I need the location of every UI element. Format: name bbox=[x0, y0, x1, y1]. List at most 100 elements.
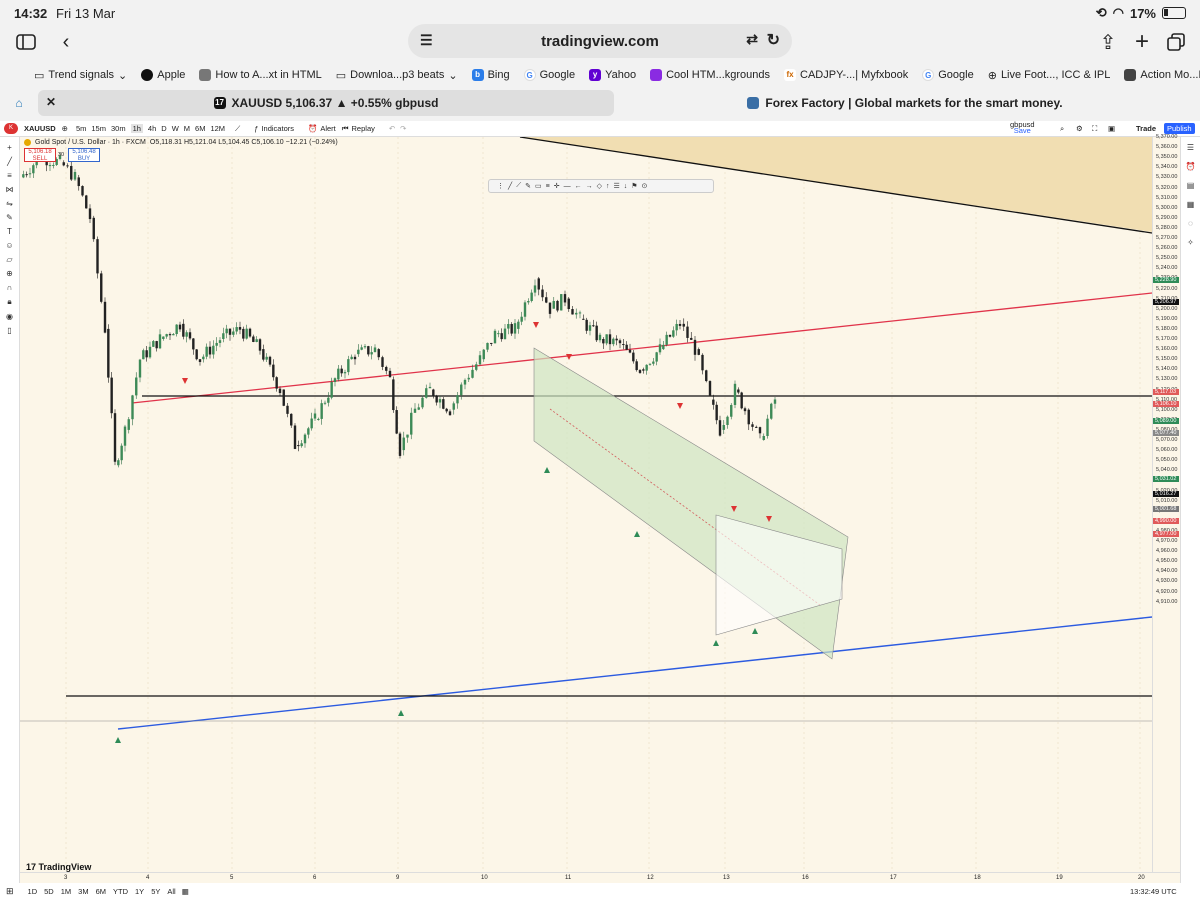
fullscreen-icon[interactable]: ⛶ bbox=[1092, 124, 1097, 134]
tab-active[interactable]: ✕ 17 XAUUSD 5,106.37 ▲ +0.55% gbpusd bbox=[38, 90, 614, 116]
tab-forex-factory[interactable]: Forex Factory | Global markets for the s… bbox=[616, 90, 1194, 116]
new-tab-icon[interactable]: + bbox=[1124, 26, 1160, 58]
bookmark-naijaprey[interactable]: Action Mo...NaijaPrey bbox=[1124, 69, 1200, 81]
interval-12m[interactable]: 12M bbox=[210, 124, 225, 133]
range-ytd[interactable]: YTD bbox=[113, 887, 128, 896]
interval-6m[interactable]: 6M bbox=[195, 124, 205, 133]
diamond-tool-icon[interactable]: ◇ bbox=[597, 182, 602, 190]
range-1m[interactable]: 1M bbox=[61, 887, 71, 896]
undo-icon[interactable]: ↶ bbox=[389, 124, 395, 133]
redo-icon[interactable]: ↷ bbox=[400, 124, 406, 133]
interval-d[interactable]: D bbox=[161, 124, 166, 133]
line-tool-icon[interactable]: ╱ bbox=[508, 182, 512, 190]
zoom-icon[interactable]: ⊕ bbox=[6, 269, 13, 278]
reader-icon[interactable]: ☰ bbox=[420, 32, 433, 49]
close-tab-icon[interactable]: ✕ bbox=[46, 95, 56, 109]
pen-tool-icon[interactable]: ✎ bbox=[525, 182, 531, 190]
bookmark-live-football[interactable]: ⊕ Live Foot..., ICC & IPL bbox=[988, 69, 1111, 82]
ruler-icon[interactable]: ▱ bbox=[6, 255, 12, 264]
lock-icon[interactable]: 🔒︎ bbox=[7, 297, 11, 307]
bookmark-cool-html[interactable]: Cool HTM...kgrounds bbox=[650, 69, 770, 81]
trash-icon[interactable]: ▯ bbox=[7, 326, 11, 335]
symbol-search[interactable]: XAUUSD bbox=[24, 124, 56, 133]
interval-15m[interactable]: 15m bbox=[91, 124, 106, 133]
arrow-right-icon[interactable]: → bbox=[586, 183, 593, 190]
range-1d[interactable]: 1D bbox=[28, 887, 38, 896]
pattern-icon[interactable]: ⋈ bbox=[6, 185, 14, 194]
cross-tool-icon[interactable]: ✛ bbox=[554, 182, 560, 190]
sidebar-icon[interactable] bbox=[8, 26, 44, 58]
flag-tool-icon[interactable]: ⚑ bbox=[631, 182, 637, 190]
interval-w[interactable]: W bbox=[172, 124, 179, 133]
bookmark-myfxbook[interactable]: fx CADJPY-...| Myfxbook bbox=[784, 69, 908, 81]
rectangle-tool-icon[interactable]: ▭ bbox=[535, 182, 542, 190]
bookmark-folder-downloads[interactable]: ▭ Downloa...p3 beats ⌄ bbox=[336, 69, 458, 82]
bookmark-yahoo[interactable]: y Yahoo bbox=[589, 69, 636, 81]
drag-handle-icon[interactable]: ⋮ bbox=[497, 182, 504, 190]
range-3m[interactable]: 3M bbox=[78, 887, 88, 896]
tabs-overview-icon[interactable] bbox=[1158, 26, 1194, 58]
emoji-icon[interactable]: ☺ bbox=[5, 241, 13, 250]
bookmark-html[interactable]: How to A...xt in HTML bbox=[199, 69, 322, 81]
bookmark-google[interactable]: G Google bbox=[523, 69, 575, 81]
ideas-icon[interactable]: ✧ bbox=[1187, 238, 1194, 247]
date-range-icon[interactable]: ▦ bbox=[182, 887, 189, 896]
trade-button[interactable]: Trade bbox=[1136, 124, 1156, 133]
list-tool-icon[interactable]: ☰ bbox=[613, 182, 619, 190]
indicators-button[interactable]: Indicators bbox=[261, 124, 294, 133]
interval-30m[interactable]: 30m bbox=[111, 124, 126, 133]
path-tool-icon[interactable]: ⟋ bbox=[516, 182, 521, 190]
crosshair-icon[interactable]: + bbox=[7, 143, 12, 152]
bookmark-google-2[interactable]: G Google bbox=[922, 69, 974, 81]
chat-icon[interactable]: ◌ bbox=[1188, 219, 1193, 228]
range-1y[interactable]: 1Y bbox=[135, 887, 144, 896]
dash-tool-icon[interactable]: — bbox=[564, 183, 571, 190]
search-icon[interactable]: ⌕ bbox=[1060, 124, 1064, 134]
range-6m[interactable]: 6M bbox=[96, 887, 106, 896]
share-icon[interactable]: ⇪ bbox=[1090, 26, 1126, 58]
range-all[interactable]: All bbox=[167, 887, 175, 896]
watchlist-icon[interactable]: ☰ bbox=[1187, 143, 1194, 152]
layout-name[interactable]: gbpusd Save bbox=[1010, 121, 1035, 135]
chart-plot[interactable] bbox=[20, 137, 1152, 872]
back-icon[interactable]: ‹ bbox=[48, 26, 84, 58]
sync-icon[interactable]: ⊞ bbox=[6, 886, 14, 897]
utc-clock[interactable]: 13:32:49 UTC bbox=[1130, 887, 1177, 896]
bookmark-folder-trend-signals[interactable]: ▭ Trend signals ⌄ bbox=[34, 69, 127, 82]
calendar-icon[interactable]: ▦ bbox=[1187, 200, 1195, 209]
range-5y[interactable]: 5Y bbox=[151, 887, 160, 896]
chart-canvas[interactable] bbox=[20, 137, 1152, 872]
arrow-up-icon[interactable]: ↑ bbox=[606, 183, 610, 190]
add-symbol-icon[interactable]: ⊕ bbox=[62, 124, 68, 133]
translate-icon[interactable]: ⇄ bbox=[746, 31, 758, 48]
more-icon[interactable]: ⊙ bbox=[642, 182, 648, 190]
price-axis[interactable]: 5,370.00 5,360.00 5,350.00 5,340.00 5,330.00… bbox=[1152, 134, 1180, 872]
tv-menu-icon[interactable]: K bbox=[4, 123, 18, 134]
buy-button[interactable]: 5,106.48 BUY bbox=[68, 148, 100, 162]
tab-group-icon[interactable]: ⌂ bbox=[6, 90, 32, 116]
address-bar[interactable]: ☰ tradingview.com ⇄ ↻ bbox=[408, 24, 792, 58]
interval-1h[interactable]: 1h bbox=[130, 124, 143, 133]
snapshot-icon[interactable]: ▣ bbox=[1108, 124, 1115, 133]
fib-icon[interactable]: ≡ bbox=[7, 171, 12, 180]
settings-icon[interactable]: ⚙ bbox=[1076, 124, 1083, 133]
bookmark-apple[interactable]: Apple bbox=[141, 69, 185, 81]
alerts-panel-icon[interactable]: ⏰ bbox=[1186, 162, 1196, 171]
replay-button[interactable]: Replay bbox=[352, 124, 375, 133]
magnet-icon[interactable]: ∩ bbox=[7, 283, 13, 292]
sell-button[interactable]: 5,106.18 SELL bbox=[24, 148, 56, 162]
range-5d[interactable]: 5D bbox=[44, 887, 54, 896]
reload-icon[interactable]: ↻ bbox=[767, 30, 780, 50]
eye-icon[interactable]: ◉ bbox=[6, 312, 13, 321]
interval-5m[interactable]: 5m bbox=[76, 124, 86, 133]
brush-icon[interactable]: ✎ bbox=[6, 213, 13, 222]
interval-m[interactable]: M bbox=[184, 124, 190, 133]
interval-4h[interactable]: 4h bbox=[148, 124, 156, 133]
alert-button[interactable]: Alert bbox=[320, 124, 335, 133]
trend-line-icon[interactable]: ╱ bbox=[7, 157, 12, 166]
publish-button[interactable]: Publish bbox=[1164, 123, 1195, 134]
arrow-left-icon[interactable]: ← bbox=[575, 183, 582, 190]
chart-type-icon[interactable]: ⟋ bbox=[235, 124, 240, 134]
arrow-down-icon[interactable]: ↓ bbox=[624, 183, 628, 190]
projection-icon[interactable]: ⇋ bbox=[6, 199, 13, 208]
